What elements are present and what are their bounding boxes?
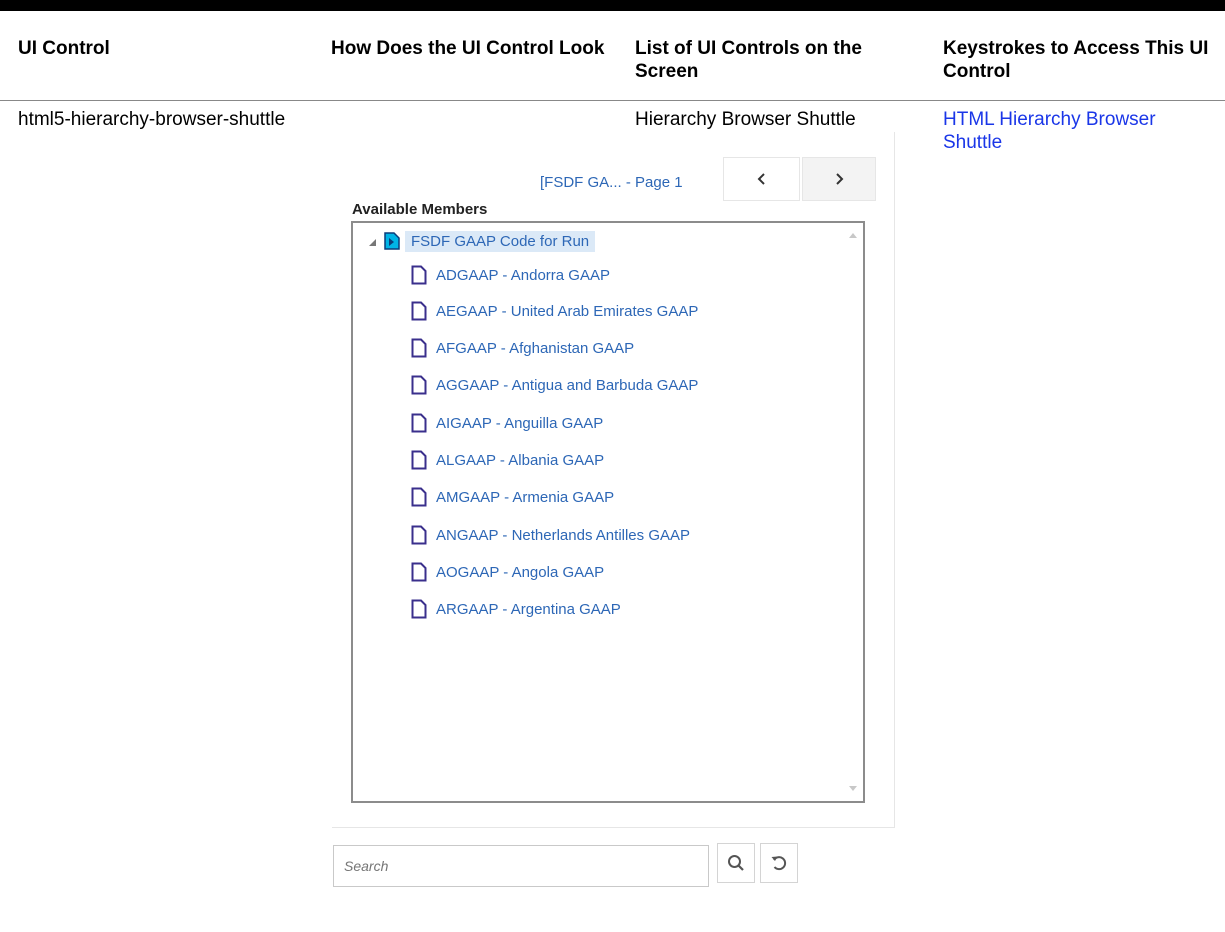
- tree-item[interactable]: AMGAAP - Armenia GAAP: [411, 484, 614, 510]
- header-divider: [0, 100, 1225, 101]
- header-how-it-looks: How Does the UI Control Look: [331, 38, 605, 59]
- search-input[interactable]: [333, 845, 709, 887]
- tree-item-label[interactable]: AOGAAP - Angola GAAP: [436, 564, 604, 581]
- tree-item[interactable]: AGGAAP - Antigua and Barbuda GAAP: [411, 372, 698, 398]
- reset-icon: [771, 856, 787, 871]
- document-icon: [411, 413, 427, 433]
- tree-item-label[interactable]: ARGAAP - Argentina GAAP: [436, 601, 621, 618]
- pager-label: [FSDF GA... - Page 1: [540, 174, 683, 191]
- header-list-of-controls: List of UI Controls on the Screen: [635, 38, 862, 82]
- tree-item-label[interactable]: ADGAAP - Andorra GAAP: [436, 267, 610, 284]
- cell-control-name: html5-hierarchy-browser-shuttle: [18, 109, 286, 130]
- tree-item-label[interactable]: ALGAAP - Albania GAAP: [436, 452, 604, 469]
- document-icon: [411, 525, 427, 545]
- document-icon: [411, 599, 427, 619]
- tree-item-label[interactable]: AEGAAP - United Arab Emirates GAAP: [436, 303, 698, 320]
- header-ui-control: UI Control: [18, 38, 110, 59]
- search-icon: [728, 855, 744, 871]
- tree-item[interactable]: AEGAAP - United Arab Emirates GAAP: [411, 298, 698, 324]
- document-icon: [411, 562, 427, 582]
- cell-control-list: Hierarchy Browser Shuttle: [635, 109, 856, 130]
- tree-item[interactable]: ANGAAP - Netherlands Antilles GAAP: [411, 522, 690, 548]
- document-icon: [411, 487, 427, 507]
- tree-item-label[interactable]: AFGAAP - Afghanistan GAAP: [436, 340, 634, 357]
- folder-document-icon: [384, 232, 400, 250]
- scroll-down-arrow[interactable]: [849, 786, 857, 791]
- next-page-button[interactable]: [802, 157, 876, 201]
- search-button[interactable]: [717, 843, 755, 883]
- scroll-up-arrow[interactable]: [849, 233, 857, 238]
- document-icon: [411, 450, 427, 470]
- tree-item-label[interactable]: AMGAAP - Armenia GAAP: [436, 489, 614, 506]
- tree-item[interactable]: AOGAAP - Angola GAAP: [411, 559, 604, 585]
- expanded-triangle-icon[interactable]: [369, 238, 376, 246]
- tree-item[interactable]: AFGAAP - Afghanistan GAAP: [411, 335, 634, 361]
- header-keystrokes: Keystrokes to Access This UI Control: [943, 38, 1209, 82]
- tree-item[interactable]: ALGAAP - Albania GAAP: [411, 447, 604, 473]
- keystrokes-link[interactable]: HTML Hierarchy Browser Shuttle: [943, 108, 1218, 154]
- tree-item-label[interactable]: AGGAAP - Antigua and Barbuda GAAP: [436, 377, 698, 394]
- tree-item[interactable]: ADGAAP - Andorra GAAP: [411, 262, 610, 288]
- chevron-right-icon: [836, 173, 844, 185]
- tree-item-label[interactable]: AIGAAP - Anguilla GAAP: [436, 415, 603, 432]
- tree-item-label[interactable]: ANGAAP - Netherlands Antilles GAAP: [436, 527, 690, 544]
- top-rule: [0, 0, 1225, 11]
- chevron-left-icon: [757, 173, 765, 185]
- document-icon: [411, 375, 427, 395]
- document-icon: [411, 265, 427, 285]
- available-members-label: Available Members: [352, 201, 488, 218]
- document-icon: [411, 338, 427, 358]
- reset-button[interactable]: [760, 843, 798, 883]
- document-icon: [411, 301, 427, 321]
- tree-root-node[interactable]: FSDF GAAP Code for Run: [369, 228, 596, 254]
- tree-root-label[interactable]: FSDF GAAP Code for Run: [405, 230, 596, 252]
- tree-item[interactable]: AIGAAP - Anguilla GAAP: [411, 410, 603, 436]
- tree-item[interactable]: ARGAAP - Argentina GAAP: [411, 596, 621, 622]
- previous-page-button[interactable]: [723, 157, 800, 201]
